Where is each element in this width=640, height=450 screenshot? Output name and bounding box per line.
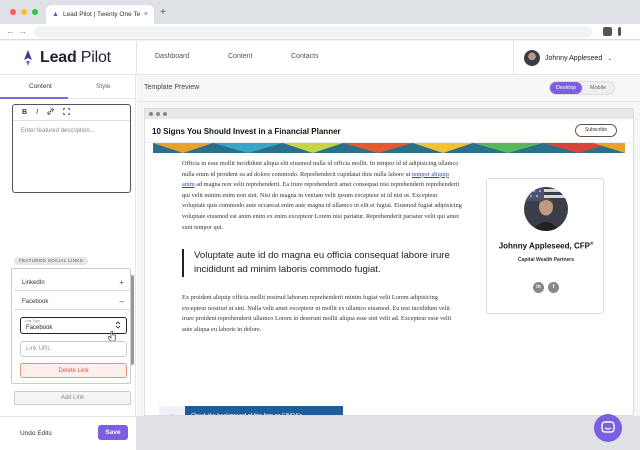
profile-icon[interactable] bbox=[603, 27, 612, 36]
frame-titlebar bbox=[145, 109, 633, 119]
minimize-window-dot[interactable] bbox=[21, 9, 27, 15]
chat-bubble-icon bbox=[601, 421, 615, 433]
link-icon[interactable] bbox=[47, 108, 54, 117]
brokercheck-logo-icon bbox=[159, 406, 185, 415]
sidebar-footer: Undo Edits Save bbox=[0, 416, 136, 450]
pull-quote: Voluptate aute id do magna eu officia co… bbox=[182, 249, 462, 278]
subscribe-button[interactable]: Subscribe bbox=[575, 124, 617, 137]
featured-description-editor[interactable]: B I Enter featured description... bbox=[12, 104, 131, 193]
app-topbar: Lead Pilot Dashboard Content Contacts Jo… bbox=[0, 41, 640, 75]
featured-social-links-label: FEATURED SOCIAL LINKS bbox=[14, 257, 89, 265]
browser-tab[interactable]: ▲ Lead Pilot | Twenty One Ten × bbox=[46, 5, 154, 24]
logo-text: Lead Pilot bbox=[40, 49, 111, 66]
link-url-input[interactable]: Link URL bbox=[20, 341, 127, 357]
hand-cursor-icon bbox=[108, 331, 116, 341]
social-link-label: LinkedIn bbox=[22, 280, 45, 286]
editor-placeholder: Enter featured description... bbox=[21, 128, 95, 134]
advisor-card: Johnny Appleseed, CFP® Capital Wealth Pa… bbox=[486, 178, 604, 314]
social-link-linkedin[interactable]: LinkedIn + bbox=[14, 275, 130, 291]
template-preview-frame: 10 Signs You Should Invest in a Financia… bbox=[144, 108, 634, 416]
delete-link-button[interactable]: Delete Link bbox=[20, 363, 127, 378]
frame-dot bbox=[156, 112, 160, 116]
article-paragraph: Ex proident aliquip officia mollit nostr… bbox=[182, 294, 452, 333]
desktop-view-button[interactable]: Desktop bbox=[550, 82, 582, 94]
mobile-view-button[interactable]: Mobile bbox=[582, 82, 614, 94]
link-type-value: Facebook bbox=[26, 325, 53, 331]
bold-button[interactable]: B bbox=[22, 109, 27, 116]
site-header: 10 Signs You Should Invest in a Financia… bbox=[145, 119, 633, 143]
browser-window: ▲ Lead Pilot | Twenty One Ten × + ← → Le… bbox=[0, 0, 640, 450]
editor-toolbar: B I bbox=[13, 105, 130, 121]
facebook-icon[interactable]: f bbox=[548, 282, 559, 293]
lead-pilot-app: Lead Pilot Dashboard Content Contacts Jo… bbox=[0, 41, 640, 450]
tab-title: Lead Pilot | Twenty One Ten bbox=[62, 11, 140, 18]
select-chevron-icon bbox=[115, 321, 121, 331]
tab-style[interactable]: Style bbox=[96, 83, 110, 90]
linkedin-icon[interactable]: in bbox=[533, 282, 544, 293]
fullscreen-icon[interactable] bbox=[63, 108, 70, 117]
sidebar-scrollbar[interactable] bbox=[131, 275, 134, 365]
article-body: Officia in esse mollit incididunt aliqua… bbox=[182, 159, 462, 336]
social-links-panel: LinkedIn + Facebook – Link Type Facebook bbox=[11, 268, 131, 384]
site-title: 10 Signs You Should Invest in a Financia… bbox=[152, 127, 341, 136]
save-button[interactable]: Save bbox=[98, 425, 128, 440]
browser-tabbar: ▲ Lead Pilot | Twenty One Ten × + bbox=[0, 0, 640, 24]
user-menu[interactable]: Johnny Appleseed ⌄ bbox=[524, 50, 612, 66]
browser-toolbar: ← → bbox=[0, 24, 640, 40]
article-paragraph: Officia in esse mollit incididunt aliqua… bbox=[182, 160, 462, 231]
tab-close-icon[interactable]: × bbox=[144, 11, 148, 18]
tab-content[interactable]: Content bbox=[29, 83, 52, 90]
avatar bbox=[524, 50, 540, 66]
new-tab-button[interactable]: + bbox=[160, 7, 166, 18]
expand-plus-icon[interactable]: + bbox=[119, 278, 124, 287]
window-controls bbox=[10, 9, 38, 15]
link-url-placeholder: Link URL bbox=[26, 346, 51, 352]
lead-pilot-favicon-icon: ▲ bbox=[52, 11, 59, 18]
frame-dot bbox=[149, 112, 153, 116]
topbar-divider bbox=[136, 41, 137, 75]
advisor-name: Johnny Appleseed, CFP® bbox=[498, 241, 594, 251]
nav-content[interactable]: Content bbox=[228, 53, 253, 60]
divider bbox=[137, 101, 640, 102]
nav-dashboard[interactable]: Dashboard bbox=[155, 53, 189, 60]
back-arrow-icon[interactable]: ← bbox=[6, 26, 15, 36]
brokercheck-banner[interactable]: Check the background of this firm on FIN… bbox=[159, 406, 343, 415]
collapse-minus-icon[interactable]: – bbox=[120, 297, 124, 306]
close-window-dot[interactable] bbox=[10, 9, 16, 15]
active-tab-indicator bbox=[0, 97, 68, 99]
sidebar-tabs: Content Style bbox=[0, 75, 136, 99]
chevron-down-icon: ⌄ bbox=[607, 55, 613, 62]
link-type-label: Link Type bbox=[25, 319, 40, 323]
maximize-window-dot[interactable] bbox=[32, 9, 38, 15]
add-link-button[interactable]: Add Link bbox=[14, 391, 131, 405]
brokercheck-text: Check the background of this firm on FIN… bbox=[185, 406, 343, 415]
topbar-divider bbox=[513, 41, 514, 75]
undo-edits-button[interactable]: Undo Edits bbox=[20, 430, 52, 437]
preview-area: Template Preview Desktop Mobile 10 Signs… bbox=[137, 75, 640, 416]
social-link-label: Facebook bbox=[22, 299, 49, 305]
hero-image bbox=[153, 143, 625, 153]
advisor-photo bbox=[524, 187, 568, 231]
frame-dot bbox=[163, 112, 167, 116]
social-link-facebook[interactable]: Facebook – bbox=[14, 294, 130, 310]
rocket-logo-icon bbox=[24, 50, 32, 66]
user-name: Johnny Appleseed bbox=[545, 54, 603, 62]
chat-button[interactable] bbox=[594, 414, 622, 442]
address-bar[interactable] bbox=[34, 26, 592, 38]
lead-pilot-logo[interactable]: Lead Pilot bbox=[22, 49, 111, 67]
view-toggle: Desktop Mobile bbox=[549, 81, 615, 95]
forward-arrow-icon[interactable]: → bbox=[18, 26, 27, 36]
menu-kebab-icon[interactable] bbox=[618, 27, 621, 36]
advisor-firm: Capital Wealth Partners bbox=[517, 257, 575, 263]
advisor-social-links: in f bbox=[533, 282, 559, 293]
page-title: Template Preview bbox=[144, 84, 200, 91]
nav-contacts[interactable]: Contacts bbox=[291, 53, 319, 60]
italic-button[interactable]: I bbox=[36, 109, 38, 116]
editor-sidebar: Content Style B I Enter featured descrip… bbox=[0, 75, 136, 450]
